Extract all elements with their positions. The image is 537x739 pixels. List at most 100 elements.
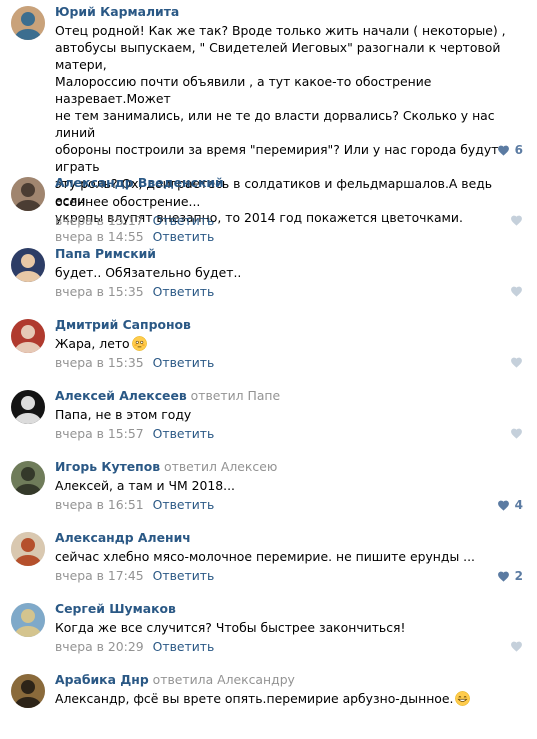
comment: Сергей Шумаков Когда же все случится? Что… [0,597,537,668]
avatar[interactable] [11,532,45,566]
like-button[interactable] [510,427,523,439]
reply-button[interactable]: Ответить [153,497,215,512]
comment-header: Игорь Кутепов ответил Алексею [55,459,523,474]
comment-text-span: не тем занимались, или не те до власти д… [55,108,495,140]
timestamp[interactable]: вчера в 17:45 [55,568,144,583]
comment-meta: вчера в 15:35 Ответить [55,284,523,300]
comment-meta: вчера в 16:51 Ответить [55,497,523,513]
heart-icon [497,571,509,582]
comment-body: Дмитрий Сапронов Жара, лето вчера в 15:35 О… [55,317,523,371]
comment-meta: вчера в 15:57 Ответить [55,426,523,442]
timestamp[interactable]: вчера в 15:17 [55,213,144,228]
comment-text-line: Папа, не в этом году [55,406,523,423]
like-button[interactable]: 6 [497,143,523,157]
author-link[interactable]: Игорь Кутепов [55,459,160,474]
timestamp[interactable]: вчера в 15:57 [55,426,144,441]
comment-body: Александр Введенский осеннее обострение..… [55,175,523,229]
comment-body: Арабика Днр ответила Александру Александр… [55,672,523,707]
comment-body: Папа Римский будет.. ОбЯзательно будет.. в… [55,246,523,300]
comment: Александр Аленич сейчас хлебно мясо-молоч… [0,526,537,597]
reply-button[interactable]: Ответить [153,426,215,441]
comment-text-line: Отец родной! Как же так? Вроде только жи… [55,22,523,39]
avatar[interactable] [11,603,45,637]
comment-header: Юрий Кармалита [55,4,523,19]
comment-header: Сергей Шумаков [55,601,523,616]
comment-text-span: сейчас хлебно мясо-молочное перемирие. н… [55,549,475,564]
reply-button[interactable]: Ответить [153,568,215,583]
comment-meta: вчера в 15:17 Ответить [55,213,523,229]
comment-text-line: Малороссию почти объявили , а тут какое-… [55,73,523,107]
heart-icon [511,215,522,226]
avatar[interactable] [11,390,45,424]
timestamp[interactable]: вчера в 16:51 [55,497,144,512]
comment-text: Папа, не в этом году [55,406,523,423]
author-link[interactable]: Александр Введенский [55,175,224,190]
avatar[interactable] [11,461,45,495]
author-link[interactable]: Сергей Шумаков [55,601,176,616]
comment-text-span: Когда же все случится? Чтобы быстрее зак… [55,620,406,635]
comment-text-span: Алексей, а там и ЧМ 2018... [55,478,235,493]
avatar[interactable] [11,674,45,708]
reply-button[interactable]: Ответить [153,355,215,370]
grinning-emoji-icon [455,691,471,706]
like-count: 6 [514,143,523,157]
comment-text-span: будет.. ОбЯзательно будет.. [55,265,242,280]
like-button[interactable]: 4 [497,498,523,512]
avatar[interactable] [11,177,45,211]
author-link[interactable]: Юрий Кармалита [55,4,179,19]
comment: Юрий Кармалита Отец родной! Как же так? В… [0,0,537,244]
comment-meta: вчера в 17:45 Ответить [55,568,523,584]
comment-body: Игорь Кутепов ответил Алексею Алексей, а … [55,459,523,513]
like-button[interactable]: 2 [497,569,523,583]
comment-header: Папа Римский [55,246,523,261]
like-button[interactable] [510,640,523,652]
comment-body: Сергей Шумаков Когда же все случится? Что… [55,601,523,655]
reply-button[interactable]: Ответить [153,213,215,228]
comment-header: Арабика Днр ответила Александру [55,672,523,687]
timestamp[interactable]: вчера в 15:35 [55,284,144,299]
avatar[interactable] [11,248,45,282]
timestamp[interactable]: вчера в 20:29 [55,639,144,654]
heart-icon [511,286,522,297]
comment-header: Александр Введенский [55,175,523,190]
comment-text-line: Жара, лето [55,335,523,352]
author-link[interactable]: Папа Римский [55,246,156,261]
comment-text: Александр, фсё вы врете опять.перемирие … [55,690,523,707]
avatar[interactable] [11,319,45,353]
like-button[interactable] [510,214,523,226]
comment-text-line: сейчас хлебно мясо-молочное перемирие. н… [55,548,523,565]
like-button[interactable] [510,356,523,368]
timestamp[interactable]: вчера в 15:35 [55,355,144,370]
like-count: 2 [514,569,523,583]
comment-header: Александр Аленич [55,530,523,545]
like-button[interactable] [510,285,523,297]
author-link[interactable]: Александр Аленич [55,530,191,545]
comment-text-span: Отец родной! Как же так? Вроде только жи… [55,23,506,38]
comment-text: Когда же все случится? Чтобы быстрее зак… [55,619,523,636]
heart-icon [497,145,509,156]
comment-text-span: осеннее обострение... [55,194,201,209]
comment-text-span: автобусы выпускаем, " Свидетелей Иеговых… [55,40,501,72]
reply-button[interactable]: Ответить [153,284,215,299]
comment-text-line: осеннее обострение... [55,193,523,210]
comment-meta: вчера в 15:35 Ответить [55,355,523,371]
comment-header: Алексей Алексеев ответил Папе [55,388,523,403]
comment-text-line: автобусы выпускаем, " Свидетелей Иеговых… [55,39,523,73]
comment-text-line: Александр, фсё вы врете опять.перемирие … [55,690,523,707]
comment-text-span: Малороссию почти объявили , а тут какое-… [55,74,432,106]
avatar[interactable] [11,6,45,40]
reply-button[interactable]: Ответить [153,639,215,654]
author-link[interactable]: Алексей Алексеев [55,388,187,403]
comment-text: сейчас хлебно мясо-молочное перемирие. н… [55,548,523,565]
comment-text-line: не тем занимались, или не те до власти д… [55,107,523,141]
comment: Арабика Днр ответила Александру Александр… [0,668,537,739]
author-link[interactable]: Дмитрий Сапронов [55,317,191,332]
heart-icon [511,357,522,368]
comment-text-span: Жара, лето [55,336,130,351]
comment-text-line: обороны построили за время "перемирия"? … [55,141,523,175]
comment-text-span: Александр, фсё вы врете опять.перемирие … [55,691,454,706]
author-link[interactable]: Арабика Днр [55,672,149,687]
heart-icon [511,641,522,652]
comment: Игорь Кутепов ответил Алексею Алексей, а … [0,455,537,526]
reply-to-label: ответил Папе [190,388,281,403]
